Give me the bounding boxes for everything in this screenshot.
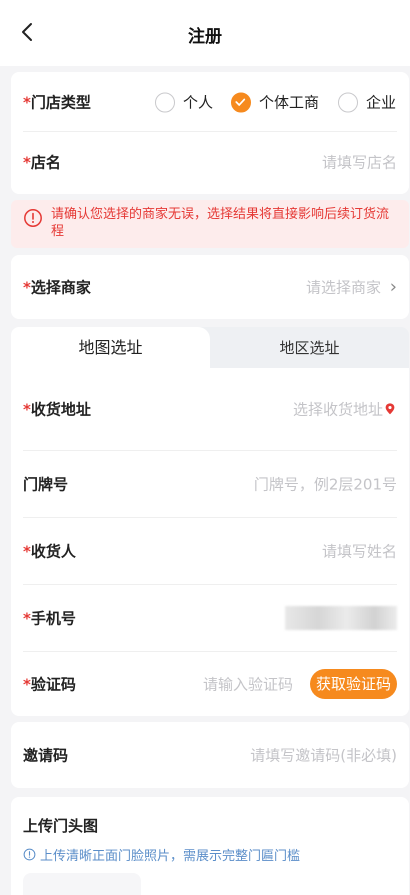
phone-number-redacted[interactable] [285, 606, 397, 630]
info-circle-icon [23, 848, 36, 861]
merchant-placeholder: 请选择商家 [306, 278, 382, 297]
door-number-row[interactable]: 门牌号 门牌号，例2层201号 [23, 451, 397, 517]
required-mark: * [23, 542, 31, 561]
radio-label: 个人 [183, 93, 214, 112]
invite-code-input[interactable]: 请填写邀请码(非必填) [250, 745, 397, 766]
page-title: 注册 [188, 27, 222, 47]
upload-image-box[interactable] [23, 873, 141, 895]
door-number-label: 门牌号 [23, 475, 69, 494]
invite-code-label: 邀请码 [23, 746, 69, 765]
store-name-label: 店名 [30, 153, 61, 172]
upload-tip-text: 上传清晰正面门脸照片，需展示完整门匾门槛 [40, 849, 301, 864]
radio-circle-icon [155, 92, 175, 112]
tab-region-select[interactable]: 地区选址 [210, 327, 409, 369]
door-number-input[interactable]: 门牌号，例2层201号 [254, 474, 397, 495]
invite-code-card: 邀请码 请填写邀请码(非必填) [11, 722, 409, 788]
invite-code-row[interactable]: 邀请码 请填写邀请码(非必填) [23, 725, 397, 785]
upload-card: 上传门头图 上传清晰正面门脸照片，需展示完整门匾门槛 [11, 797, 409, 895]
store-name-input[interactable]: 请填写店名 [322, 152, 397, 173]
warning-banner: 请确认您选择的商家无误，选择结果将直接影响后续订货流程 [11, 200, 409, 248]
radio-label: 个体工商 [259, 93, 320, 112]
required-mark: * [23, 93, 31, 112]
verify-code-label: 验证码 [30, 675, 76, 694]
receiver-input[interactable]: 请填写姓名 [322, 541, 397, 562]
merchant-label: 选择商家 [30, 278, 91, 297]
address-mode-tabs: 地图选址 地区选址 [11, 327, 409, 369]
store-type-row: *门店类型 个人 个体工商 企业 [23, 72, 397, 132]
chevron-right-icon: › [389, 276, 397, 298]
info-circle-icon [24, 209, 42, 227]
radio-option-individual-business[interactable]: 个体工商 [231, 92, 319, 113]
radio-label: 企业 [366, 93, 397, 112]
required-mark: * [23, 609, 31, 628]
phone-row[interactable]: *手机号 [23, 585, 397, 651]
address-row[interactable]: *收货地址 选择收货地址 [23, 376, 397, 442]
tab-map-select[interactable]: 地图选址 [11, 327, 210, 369]
store-info-card: *门店类型 个人 个体工商 企业 *店名 请填写店名 [11, 72, 409, 194]
radio-circle-icon [338, 92, 358, 112]
upload-tip: 上传清晰正面门脸照片，需展示完整门匾门槛 [23, 845, 300, 864]
phone-label: 手机号 [30, 609, 76, 628]
required-mark: * [23, 153, 31, 172]
required-mark: * [23, 278, 31, 297]
merchant-row[interactable]: *选择商家 请选择商家 › [23, 257, 397, 317]
required-mark: * [23, 675, 31, 694]
radio-option-personal[interactable]: 个人 [155, 92, 213, 113]
radio-checked-icon [231, 92, 251, 112]
address-label: 收货地址 [30, 400, 91, 419]
upload-title: 上传门头图 [23, 817, 99, 835]
warning-text: 请确认您选择的商家无误，选择结果将直接影响后续订货流程 [51, 207, 390, 239]
receiver-row[interactable]: *收货人 请填写姓名 [23, 518, 397, 584]
verify-code-input[interactable]: 请输入验证码 [203, 674, 293, 695]
nav-bar: 注册 [0, 0, 410, 66]
get-code-button[interactable]: 获取验证码 [309, 669, 397, 699]
address-placeholder: 选择收货地址 [292, 400, 383, 419]
merchant-card: *选择商家 请选择商家 › [11, 255, 409, 319]
store-name-row[interactable]: *店名 请填写店名 [23, 132, 397, 192]
receiver-label: 收货人 [30, 542, 76, 561]
address-form-card: *收货地址 选择收货地址 门牌号 门牌号，例2层201号 *收货人 请填写姓名 … [11, 368, 409, 716]
store-type-label: 门店类型 [30, 93, 91, 112]
required-mark: * [23, 400, 31, 419]
location-pin-icon[interactable] [383, 402, 397, 416]
radio-option-enterprise[interactable]: 企业 [338, 92, 396, 113]
verify-code-row: *验证码 请输入验证码 获取验证码 [23, 652, 397, 716]
